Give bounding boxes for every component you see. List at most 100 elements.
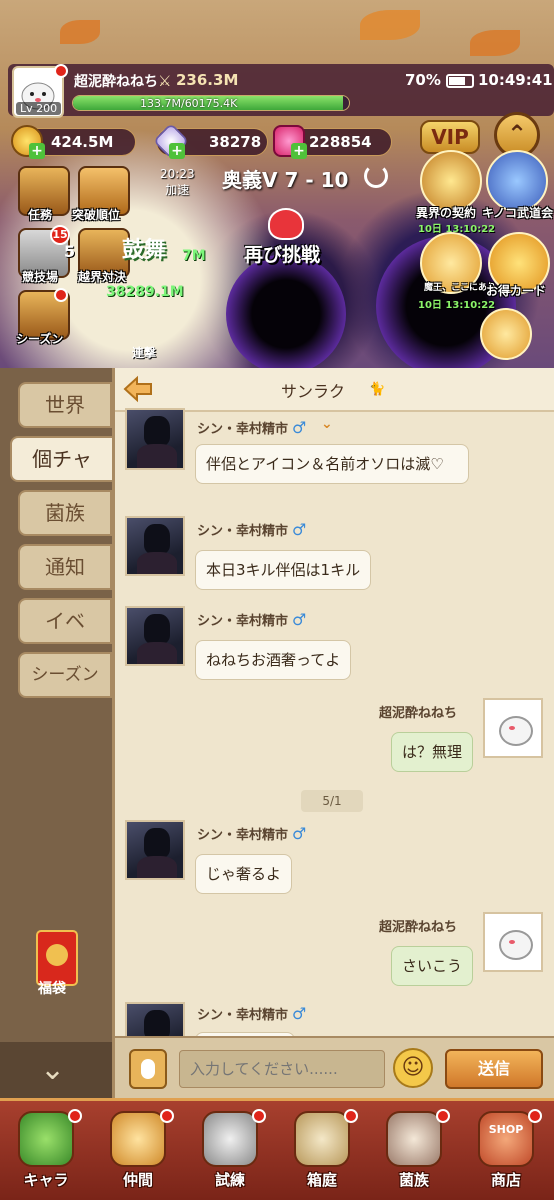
event-label: お得カード (486, 284, 547, 298)
chat-window: 世界 個チャ 菌族 通知 イベ シーズン 福袋 ⌄ サンラク 🐈 シン・幸村精市… (0, 368, 554, 1098)
nav-character[interactable]: キャラ (0, 1107, 92, 1200)
skull-icon (268, 208, 304, 240)
battery-percent: 70% (405, 71, 441, 89)
season-label: シーズン (16, 332, 64, 346)
send-button[interactable]: 送信 (445, 1049, 543, 1089)
chat-message-input[interactable] (179, 1050, 385, 1088)
diamond-counter[interactable]: + 38278 (152, 122, 268, 160)
voice-button[interactable] (129, 1049, 167, 1089)
message-bubble: ねねちお酒奢ってよ (195, 640, 352, 680)
notification-dot (252, 1109, 266, 1123)
chat-panel: サンラク 🐈 シン・幸村精市 ♂ ⌄ 伴侶とアイコン＆名前オソロは滅♡ シン・幸村… (112, 368, 554, 1098)
tab-notice[interactable]: 通知 (18, 544, 112, 590)
notification-dot (54, 64, 68, 78)
nav-label: 箱庭 (306, 1171, 337, 1189)
gem-value: 228854 (309, 133, 372, 151)
tab-season[interactable]: シーズン (18, 652, 112, 698)
gem-counter[interactable]: + 228854 (273, 125, 392, 159)
message-bubble: 本日3キル伴侶は1キル (195, 550, 372, 590)
nav-label: キャラ (23, 1171, 69, 1189)
nav-shop[interactable]: SHOP 商店 (460, 1107, 552, 1200)
tab-event[interactable]: イベ (18, 598, 112, 644)
sender-name: シン・幸村精市 ♂ (197, 610, 307, 629)
my-avatar[interactable] (483, 912, 543, 972)
emoji-button[interactable]: ☺ (393, 1048, 433, 1088)
add-diamond-icon[interactable]: + (169, 143, 185, 159)
shop-sign: SHOP (488, 1123, 524, 1136)
leaf-decoration (360, 10, 420, 40)
gold-counter[interactable]: + 424.5M (11, 125, 136, 159)
add-gem-icon[interactable]: + (291, 143, 307, 159)
sender-avatar[interactable] (125, 820, 185, 880)
nav-garden[interactable]: 箱庭 (276, 1107, 368, 1200)
lucky-bag-icon (46, 944, 68, 966)
nav-label: 仲間 (122, 1171, 153, 1189)
gold-value: 424.5M (51, 133, 114, 151)
cat-icon: 🐈 (369, 382, 386, 397)
auto-repeat-icon[interactable] (364, 164, 388, 188)
breakthrough-label: 突破順位 (72, 208, 121, 222)
event-extra-button[interactable] (480, 308, 532, 360)
xp-text: 133.7M/60175.4K (140, 97, 238, 110)
mushroom-character-icon (18, 1111, 74, 1167)
sender-name: シン・幸村精市 ♂ (197, 418, 307, 437)
sender-avatar[interactable] (125, 516, 185, 576)
leaf-decoration (60, 20, 100, 44)
buff-text: 鼓舞 (122, 238, 167, 263)
tab-private-chat[interactable]: 個チャ (10, 436, 114, 482)
damage-number: 7M (182, 248, 206, 264)
sender-avatar[interactable] (125, 408, 185, 470)
message-bubble: じゃ奢るよ (195, 854, 293, 894)
notification-dot (344, 1109, 358, 1123)
skull-guild-icon (386, 1111, 442, 1167)
nav-guild[interactable]: 菌族 (368, 1107, 460, 1200)
combo-text: 連撃 (132, 346, 157, 360)
tab-world[interactable]: 世界 (18, 382, 112, 428)
retry-button[interactable]: 再び挑戦 (244, 240, 320, 267)
notification-dot (436, 1109, 450, 1123)
swords-icon: ⚔ (158, 72, 172, 90)
crossrealm-label: 越界対決 (78, 270, 127, 284)
event-contract-button[interactable] (420, 150, 482, 212)
speed-timer[interactable]: 20:23 加速 (160, 166, 195, 198)
sender-name: シン・幸村精市 ♂ (197, 1004, 307, 1023)
nav-label: 菌族 (398, 1171, 429, 1189)
notification-dot (54, 288, 68, 302)
player-name: 超泥酔ねねち (74, 74, 158, 90)
speed-label: 加速 (165, 183, 190, 197)
notification-dot (528, 1109, 542, 1123)
shop-icon: SHOP (478, 1111, 534, 1167)
my-message-bubble: さいこう (391, 946, 474, 986)
tab-guild[interactable]: 菌族 (18, 490, 112, 536)
event-label: 異界の契約 (416, 206, 477, 220)
damage-number: 38289.1M (106, 284, 184, 300)
diamond-value: 38278 (209, 133, 262, 151)
nav-companions[interactable]: 仲間 (92, 1107, 184, 1200)
bottom-navigation: キャラ 仲間 試練 箱庭 菌族 SHOP 商店 (0, 1098, 554, 1200)
sender-avatar[interactable] (125, 606, 185, 666)
arena-label: 競技場 (22, 270, 59, 284)
paw-icon (110, 1111, 166, 1167)
add-gold-icon[interactable]: + (29, 143, 45, 159)
collapse-chat-button[interactable]: ⌄ (0, 1042, 112, 1098)
chevron-down-icon: ⌄ (40, 1052, 66, 1087)
new-messages-chevron-icon[interactable]: ⌄ (321, 416, 333, 432)
message-bubble: 伴侶とアイコン＆名前オソロは滅♡ (195, 444, 469, 484)
back-arrow-svg (123, 375, 152, 403)
dark-portal (226, 254, 346, 368)
my-message-bubble: は？無理 (391, 732, 474, 772)
game-scene: Lv 200 超泥酔ねねち ⚔ 236.3M 70% 10:49:41 133.… (0, 0, 554, 368)
crossed-swords-icon (202, 1111, 258, 1167)
chat-header: サンラク 🐈 (115, 368, 554, 412)
my-avatar[interactable] (483, 698, 543, 758)
clock: 10:49:41 (478, 71, 553, 89)
leaf-decoration (470, 30, 520, 56)
back-arrow-icon[interactable] (121, 374, 159, 404)
lucky-bag-label: 福袋 (38, 981, 66, 997)
vip-button[interactable]: VIP (420, 120, 480, 154)
chat-channel-sidebar: 世界 個チャ 菌族 通知 イベ シーズン 福袋 ⌄ (0, 368, 114, 1098)
sender-name: シン・幸村精市 ♂ (197, 824, 307, 843)
event-mushroom-button[interactable] (486, 150, 548, 212)
event-date: 10日 13:10:22 (418, 300, 496, 311)
nav-trials[interactable]: 試練 (184, 1107, 276, 1200)
